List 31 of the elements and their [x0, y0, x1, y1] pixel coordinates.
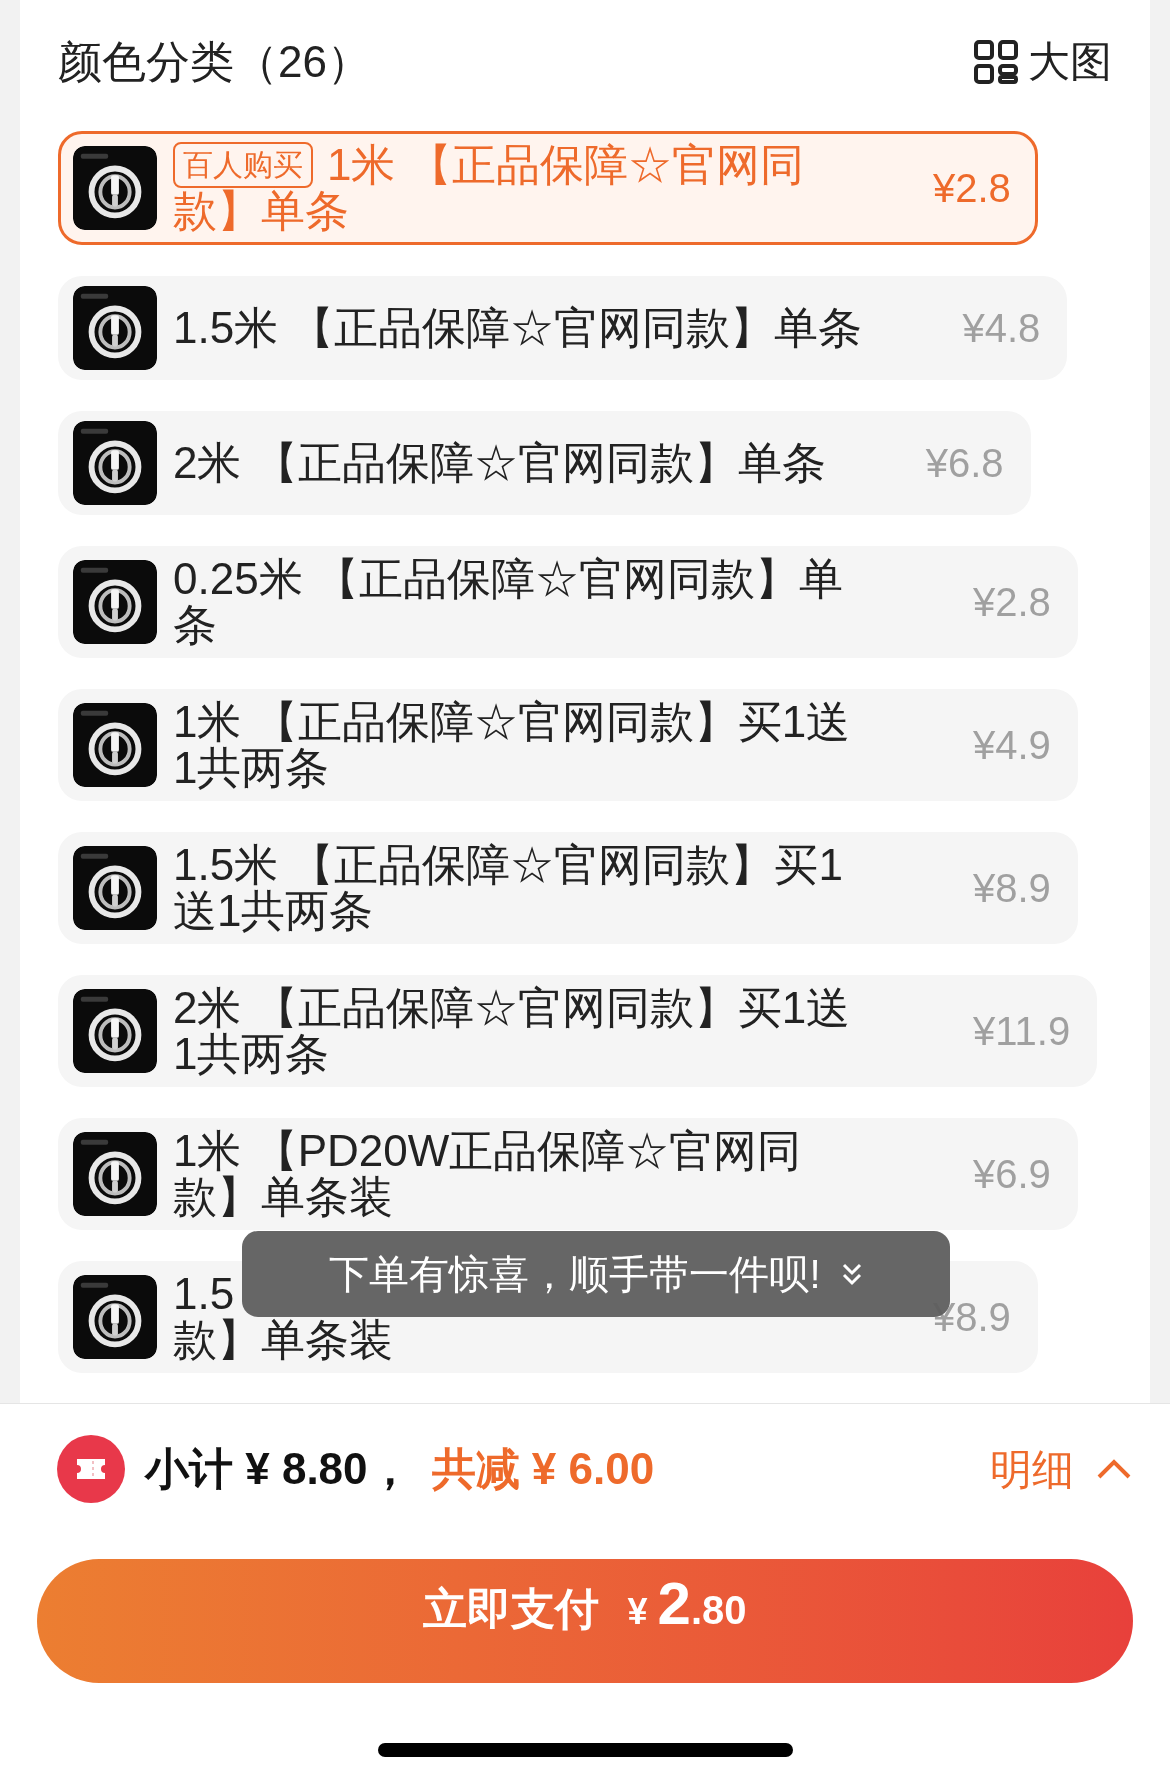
subtotal: 小计 ¥ 8.80，	[145, 1443, 412, 1495]
variant-name: 1米 【正品保障☆官网同款】买1送1共两条	[173, 697, 851, 792]
variant-option[interactable]: 1.5米 【正品保障☆官网同款】买1送1共两条 ¥8.9	[58, 832, 1078, 944]
variant-name: 2米 【正品保障☆官网同款】买1送1共两条	[173, 983, 851, 1078]
variant-name: 款】单条	[173, 188, 349, 234]
variant-name: 1米 【正品保障☆官网同	[327, 142, 804, 188]
variant-price: ¥2.8	[973, 579, 1051, 626]
badge: 百人购买	[173, 142, 313, 188]
variant-price: ¥11.9	[973, 1008, 1071, 1055]
discount-total: 共减 ¥ 6.00	[431, 1443, 655, 1495]
variant-price: ¥2.8	[933, 165, 1011, 212]
variant-name: 1.5	[173, 1271, 235, 1317]
variant-name: 2米 【正品保障☆官网同款】单条	[173, 438, 826, 487]
variant-price: ¥4.8	[962, 305, 1041, 352]
variant-name: 1米 【PD20W正品保障☆官网同款】单条装	[173, 1126, 802, 1221]
variant-price: ¥6.9	[973, 1151, 1051, 1198]
variant-option[interactable]: 1米 【PD20W正品保障☆官网同款】单条装 ¥6.9	[58, 1118, 1078, 1230]
variant-option[interactable]: 0.25米 【正品保障☆官网同款】单条 ¥2.8	[58, 546, 1078, 658]
variant-price: ¥6.8	[925, 440, 1004, 487]
variant-option[interactable]: 2米 【正品保障☆官网同款】单条 ¥6.8	[58, 411, 1031, 515]
variant-option[interactable]: 1米 【正品保障☆官网同款】买1送1共两条 ¥4.9	[58, 689, 1078, 801]
view-toggle[interactable]: 大图	[974, 30, 1112, 93]
variant-price: ¥4.9	[973, 722, 1051, 769]
variant-option[interactable]: 1.5米 【正品保障☆官网同款】单条 ¥4.8	[58, 276, 1068, 380]
variant-name: 款】单条装	[173, 1317, 393, 1363]
section-title: 颜色分类（26）	[58, 35, 371, 88]
variant-name: 1.5米 【正品保障☆官网同款】单条	[173, 303, 863, 352]
variant-name: 0.25米 【正品保障☆官网同款】单条	[173, 554, 843, 649]
variant-name: 1.5米 【正品保障☆官网同款】买1送1共两条	[173, 840, 843, 935]
variant-price: ¥8.9	[973, 865, 1051, 912]
variant-option[interactable]: 2米 【正品保障☆官网同款】买1送1共两条 ¥11.9	[58, 975, 1098, 1087]
